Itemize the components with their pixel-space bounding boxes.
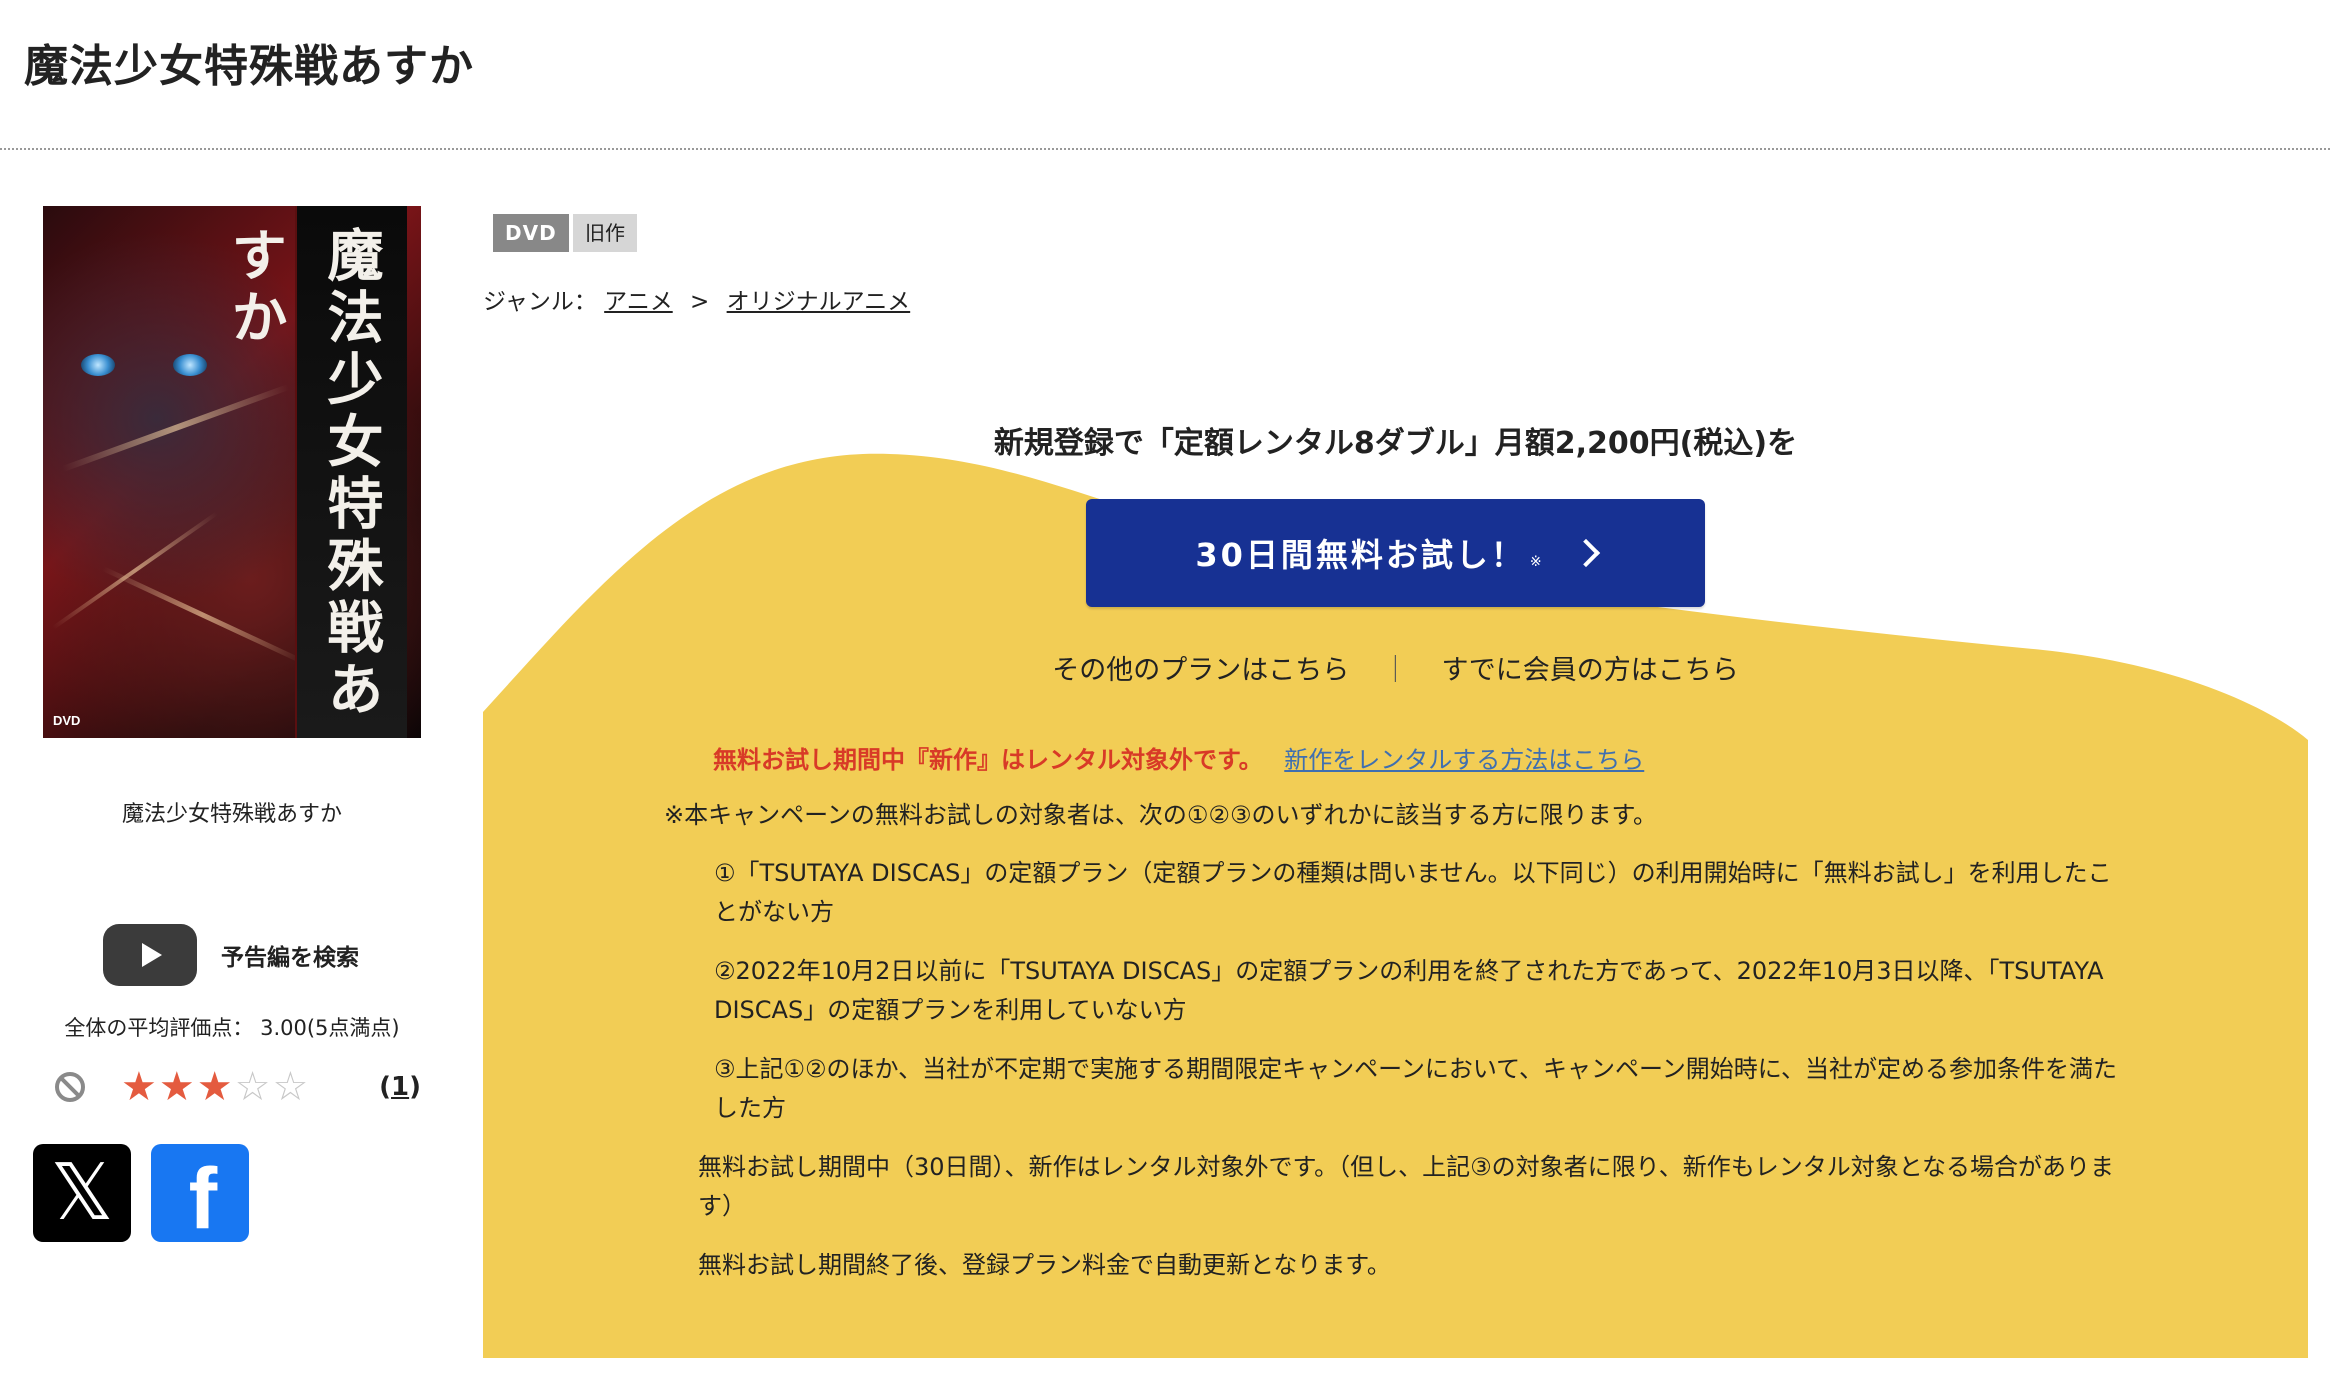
- auto-renewal-note: 無料お試し期間終了後、登録プラン料金で自動更新となります。: [698, 1251, 1391, 1279]
- cover-caption: 魔法少女特殊戦あすか: [121, 802, 342, 827]
- trailer-search-label: 予告編を検索: [221, 945, 359, 971]
- genre-breadcrumb: ジャンル： アニメ > オリジナルアニメ: [483, 282, 910, 316]
- cover-streak-decoration: [101, 566, 304, 664]
- x-share-button[interactable]: 𝕏: [33, 1144, 131, 1242]
- eligibility-condition-3: ③上記①②のほか、当社が不定期で実施する期間限定キャンペーンにおいて、キャンペー…: [714, 1055, 2118, 1122]
- cover-eye-decoration: [173, 354, 207, 376]
- genre-link-anime[interactable]: アニメ: [604, 289, 673, 315]
- youtube-play-icon: [103, 924, 197, 986]
- page-title: 魔法少女特殊戦あすか: [24, 41, 474, 92]
- status-tag: 旧作: [573, 214, 637, 252]
- average-rating-text: 全体の平均評価点： 3.00(5点満点): [64, 1016, 400, 1040]
- star-rating: ★ ★ ★ ☆ ☆: [121, 1067, 310, 1107]
- star-icon-empty[interactable]: ☆: [272, 1067, 308, 1107]
- star-icon-empty[interactable]: ☆: [235, 1067, 271, 1107]
- cover-dvd-badge: DVD: [53, 713, 81, 728]
- link-divider: ｜: [1381, 655, 1409, 686]
- campaign-heading: 新規登録で「定額レンタル8ダブル」月額2,200円(税込)を: [993, 426, 1798, 461]
- star-icon-filled[interactable]: ★: [121, 1067, 157, 1107]
- eligibility-intro: ※本キャンペーンの無料お試しの対象者は、次の①②③のいずれかに該当する方に限りま…: [664, 801, 1658, 829]
- review-count: 1: [391, 1072, 410, 1102]
- other-plans-link[interactable]: その他のプランはこちら: [1052, 655, 1349, 686]
- free-trial-label: 30日間無料お試し！: [1195, 536, 1526, 574]
- review-count-close: ): [409, 1072, 421, 1102]
- facebook-share-button[interactable]: f: [151, 1144, 249, 1242]
- cover-title-text: 魔法少女特殊戦あすか: [222, 226, 384, 722]
- format-tag: DVD: [493, 214, 569, 252]
- trailer-search-button[interactable]: 予告編を検索: [103, 924, 359, 986]
- share-buttons: 𝕏 f: [33, 1144, 269, 1242]
- eligibility-condition-2: ②2022年10月2日以前に「TSUTAYA DISCAS」の定額プランの利用を…: [714, 957, 2104, 1024]
- facebook-logo-icon: f: [188, 1151, 218, 1247]
- eligibility-condition-1: ①「TSUTAYA DISCAS」の定額プラン（定額プランの種類は問いません。以…: [714, 859, 2112, 926]
- cover-image[interactable]: 魔法少女特殊戦あすか DVD: [43, 206, 421, 738]
- trial-period-note: 無料お試し期間中（30日間）、新作はレンタル対象外です。（但し、上記③の対象者に…: [698, 1153, 2114, 1220]
- new-release-warning: 無料お試し期間中『新作』はレンタル対象外です。: [713, 746, 1263, 774]
- plan-links: その他のプランはこちら ｜ すでに会員の方はこちら: [483, 648, 2308, 687]
- genre-label: ジャンル：: [483, 289, 597, 315]
- cover-streak-decoration: [61, 384, 290, 472]
- new-release-rental-link[interactable]: 新作をレンタルする方法はこちら: [1284, 746, 1644, 774]
- cover-eye-decoration: [81, 354, 115, 376]
- star-icon-filled[interactable]: ★: [197, 1067, 233, 1107]
- genre-link-original-anime[interactable]: オリジナルアニメ: [727, 289, 911, 315]
- genre-separator: >: [690, 289, 710, 315]
- member-login-link[interactable]: すでに会員の方はこちら: [1441, 655, 1738, 686]
- new-release-notice: 無料お試し期間中『新作』はレンタル対象外です。 新作をレンタルする方法はこちら: [713, 740, 1644, 775]
- not-interested-icon[interactable]: [55, 1072, 85, 1102]
- chevron-right-icon: [1571, 538, 1600, 568]
- rating-row: ★ ★ ★ ☆ ☆ (1): [55, 1062, 421, 1112]
- title-divider: [0, 148, 2330, 150]
- star-icon-filled[interactable]: ★: [159, 1067, 195, 1107]
- free-trial-button[interactable]: 30日間無料お試し！ ※: [1086, 499, 1705, 607]
- free-trial-note-mark: ※: [1529, 554, 1542, 570]
- x-logo-icon: 𝕏: [50, 1148, 114, 1238]
- review-count-link[interactable]: (1): [379, 1072, 421, 1102]
- review-count-open: (: [379, 1072, 392, 1102]
